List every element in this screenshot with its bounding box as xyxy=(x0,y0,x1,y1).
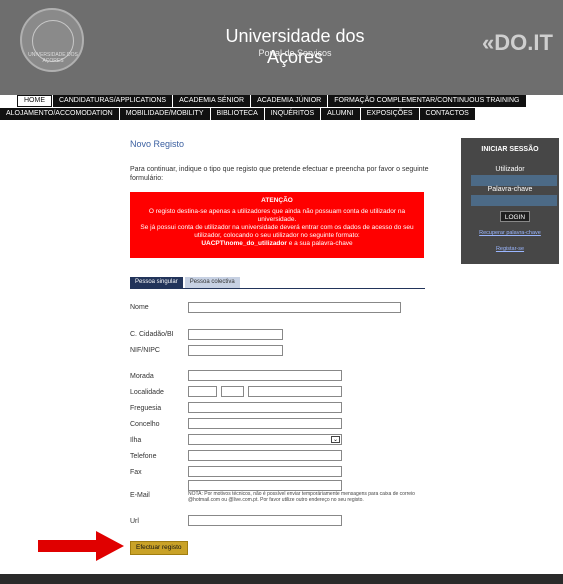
label-nif: NIF/NIPC xyxy=(130,347,160,354)
label-concelho: Concelho xyxy=(130,421,160,428)
nav-item-alumni[interactable]: ALUMNI xyxy=(321,108,360,120)
url-input[interactable] xyxy=(188,515,342,526)
site-footer xyxy=(0,574,563,584)
login-sidebar: INICIAR SESSÃO Utilizador Palavra-chave … xyxy=(461,138,559,264)
alert-title: ATENÇÃO xyxy=(261,197,293,204)
login-button[interactable]: LOGIN xyxy=(500,211,530,222)
submit-registration-button[interactable]: Efectuar registo xyxy=(130,541,188,555)
alert-format-suffix: e a sua palavra-chave xyxy=(286,240,353,247)
login-title: INICIAR SESSÃO xyxy=(481,146,539,153)
site-title: Universidade dos Açores xyxy=(225,26,365,67)
label-email: E-Mail xyxy=(130,492,150,499)
email-input[interactable] xyxy=(188,480,342,491)
label-nome: Nome xyxy=(130,304,149,311)
doit-logo: «DO.IT xyxy=(482,30,553,55)
nav-item-home[interactable]: HOME xyxy=(17,95,52,107)
password-label: Palavra-chave xyxy=(487,186,533,193)
label-fax: Fax xyxy=(130,469,142,476)
tab-underline xyxy=(130,288,425,289)
password-input[interactable] xyxy=(471,195,557,206)
nav-item-academia-senior[interactable]: ACADEMIA SÉNIOR xyxy=(173,95,251,107)
label-telefone: Telefone xyxy=(130,453,157,460)
nav-item-contactos[interactable]: CONTACTOS xyxy=(419,108,475,120)
postal-code-input-2[interactable] xyxy=(221,386,244,397)
alert-username-format: UACPT\nome_do_utilizador xyxy=(201,240,287,247)
label-ilha: Ilha xyxy=(130,437,142,444)
site-subtitle: Portal de Serviços xyxy=(258,48,332,58)
main-navigation: HOME CANDIDATURAS/APPLICATIONS ACADEMIA … xyxy=(0,95,563,123)
red-arrow-icon xyxy=(38,531,124,561)
nav-item-mobilidade[interactable]: MOBILIDADE/MOBILITY xyxy=(119,108,210,120)
tab-pessoa-colectiva[interactable]: Pessoa colectiva xyxy=(184,277,240,288)
morada-input[interactable] xyxy=(188,370,342,381)
site-header: UNIVERSIDADE DOS AÇORES Universidade dos… xyxy=(0,0,563,95)
email-note: NOTA: Por motivos técnicos, não é possív… xyxy=(188,491,415,503)
ilha-select[interactable]: ⌄ xyxy=(188,434,342,445)
nav-item-inqueritos[interactable]: INQUÉRITOS xyxy=(264,108,321,120)
intro-text: Para continuar, indique o tipo que regis… xyxy=(130,166,429,182)
chevron-down-icon[interactable]: ⌄ xyxy=(331,436,340,443)
nav-row-2: ALOJAMENTO/ACCOMODATION MOBILIDADE/MOBIL… xyxy=(0,108,476,120)
nav-item-formacao[interactable]: FORMAÇÃO COMPLEMENTAR/CONTINUOUS TRAININ… xyxy=(328,95,526,107)
freguesia-input[interactable] xyxy=(188,402,342,413)
seal-text: UNIVERSIDADE DOS AÇORES xyxy=(28,52,78,64)
nif-input[interactable] xyxy=(188,345,283,356)
localidade-input[interactable] xyxy=(248,386,342,397)
register-link[interactable]: Registar-se xyxy=(461,246,559,252)
username-input[interactable] xyxy=(471,175,557,186)
nav-item-candidaturas[interactable]: CANDIDATURAS/APPLICATIONS xyxy=(53,95,173,107)
university-seal-logo[interactable]: UNIVERSIDADE DOS AÇORES xyxy=(20,8,84,72)
alert-line-2: Se já possui conta de utilizador na univ… xyxy=(140,224,414,239)
attention-alert: ATENÇÃO O registo destina-se apenas a ut… xyxy=(130,192,424,258)
label-url: Url xyxy=(130,518,139,525)
nav-item-exposicoes[interactable]: EXPOSIÇÕES xyxy=(360,108,419,120)
label-cc: C. Cidadão/BI xyxy=(130,331,174,338)
recover-password-link[interactable]: Recuperar palavra-chave xyxy=(461,230,559,236)
cc-input[interactable] xyxy=(188,329,283,340)
alert-format-line: UACPT\nome_do_utilizador e a sua palavra… xyxy=(130,240,424,248)
label-localidade: Localidade xyxy=(130,389,164,396)
tab-pessoa-singular[interactable]: Pessoa singular xyxy=(130,277,183,288)
label-freguesia: Freguesia xyxy=(130,405,162,412)
page-title: Novo Registo xyxy=(130,139,185,149)
alert-line-1: O registo destina-se apenas a utilizador… xyxy=(148,208,406,223)
nav-item-academia-junior[interactable]: ACADEMIA JÚNIOR xyxy=(251,95,328,107)
nav-item-alojamento[interactable]: ALOJAMENTO/ACCOMODATION xyxy=(0,108,119,120)
registration-type-tabs: Pessoa singular Pessoa colectiva xyxy=(130,277,242,288)
fax-input[interactable] xyxy=(188,466,342,477)
label-morada: Morada xyxy=(130,373,154,380)
nav-item-biblioteca[interactable]: BIBLIOTECA xyxy=(210,108,264,120)
username-label: Utilizador xyxy=(495,166,525,173)
nome-input[interactable] xyxy=(188,302,401,313)
concelho-input[interactable] xyxy=(188,418,342,429)
postal-code-input-1[interactable] xyxy=(188,386,217,397)
nav-row-1: HOME CANDIDATURAS/APPLICATIONS ACADEMIA … xyxy=(17,95,527,107)
telefone-input[interactable] xyxy=(188,450,342,461)
